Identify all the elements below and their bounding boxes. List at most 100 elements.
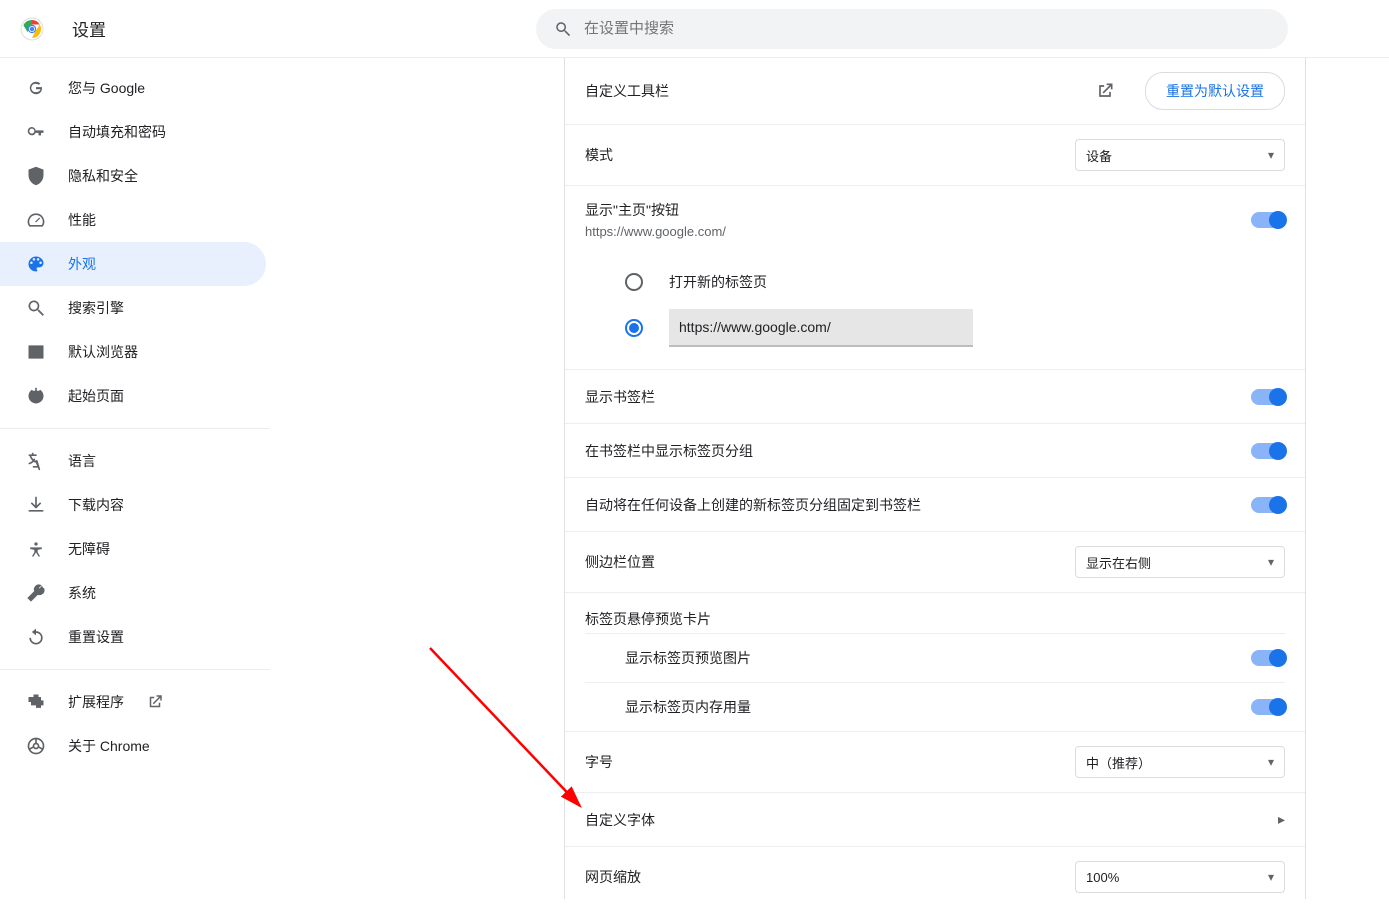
row-custom-fonts[interactable]: 自定义字体 ▸ [565,793,1305,847]
search-input[interactable] [584,20,1270,37]
sidebar-item-downloads[interactable]: 下载内容 [0,483,266,527]
show-tab-groups-toggle[interactable] [1251,443,1285,459]
row-pin-tab-groups: 自动将在任何设备上创建的新标签页分组固定到书签栏 [565,478,1305,532]
sidebar-item-on-startup[interactable]: 起始页面 [0,374,266,418]
download-icon [26,495,46,515]
home-button-radio-group: 打开新的标签页 [565,253,1305,370]
sidebar-item-appearance[interactable]: 外观 [0,242,266,286]
row-show-bookmarks: 显示书签栏 [565,370,1305,424]
row-label: 显示标签页预览图片 [625,648,751,668]
hover-card-title: 标签页悬停预览卡片 [585,593,1285,633]
sidebar-item-label: 自动填充和密码 [68,122,166,142]
sidebar-item-label: 性能 [68,210,96,230]
row-home-button: 显示"主页"按钮 https://www.google.com/ [565,186,1305,253]
reset-default-button[interactable]: 重置为默认设置 [1145,72,1285,110]
page-title: 设置 [72,16,106,41]
search-icon [554,20,572,38]
show-bookmarks-toggle[interactable] [1251,389,1285,405]
topbar: 设置 [0,0,1389,58]
radio-custom-url[interactable] [625,319,643,337]
radio-row-url[interactable] [625,305,1285,351]
sidebar-item-reset[interactable]: 重置设置 [0,615,266,659]
radio-newtab[interactable] [625,273,643,291]
sidebar-item-label: 语言 [68,451,96,471]
open-in-new-button[interactable] [1089,75,1121,107]
sidebar-separator [0,428,270,429]
chevron-down-icon: ▾ [1268,555,1274,569]
row-label: 显示"主页"按钮 [585,200,726,220]
sidebar-item-extensions[interactable]: 扩展程序 [0,680,266,724]
row-label: 自动将在任何设备上创建的新标签页分组固定到书签栏 [585,495,921,515]
sidebar-item-system[interactable]: 系统 [0,571,266,615]
row-label: 侧边栏位置 [585,552,655,572]
sidebar-item-label: 起始页面 [68,386,124,406]
sidebar-item-search-engine[interactable]: 搜索引擎 [0,286,266,330]
row-page-zoom: 网页缩放 100% ▾ [565,847,1305,907]
sidebar-separator [0,669,270,670]
hover-preview-toggle[interactable] [1251,650,1285,666]
hover-memory-toggle[interactable] [1251,699,1285,715]
select-value: 中（推荐） [1086,753,1151,772]
page-zoom-select[interactable]: 100% ▾ [1075,861,1285,893]
sidebar-item-label: 默认浏览器 [68,342,138,362]
radio-label: 打开新的标签页 [669,272,767,292]
sidebar-item-languages[interactable]: 语言 [0,439,266,483]
extensions-icon [26,692,46,712]
open-in-new-icon [1095,81,1115,101]
sidebar-item-label: 您与 Google [68,78,145,98]
key-icon [26,122,46,142]
chevron-right-icon: ▸ [1278,811,1285,828]
chrome-logo-icon [20,17,44,41]
sidebar-item-privacy[interactable]: 隐私和安全 [0,154,266,198]
home-button-toggle[interactable] [1251,212,1285,228]
row-label: 显示标签页内存用量 [625,697,751,717]
row-label: 显示书签栏 [585,387,655,407]
sidebar-item-autofill[interactable]: 自动填充和密码 [0,110,266,154]
palette-icon [26,254,46,274]
sidebar-item-label: 关于 Chrome [68,736,150,756]
sidebar-item-performance[interactable]: 性能 [0,198,266,242]
pin-tab-groups-toggle[interactable] [1251,497,1285,513]
select-value: 100% [1086,870,1119,885]
main-content: 自定义工具栏 重置为默认设置 模式 设备 ▾ 显示"主页"按钮 https://… [564,58,1306,899]
sidebar-item-you-and-google[interactable]: 您与 Google [0,66,266,110]
select-value: 设备 [1086,146,1112,165]
sidebar-item-label: 无障碍 [68,539,110,559]
chevron-down-icon: ▾ [1268,148,1274,162]
select-value: 显示在右侧 [1086,553,1151,572]
chevron-down-icon: ▾ [1268,755,1274,769]
side-panel-select[interactable]: 显示在右侧 ▾ [1075,546,1285,578]
wrench-icon [26,583,46,603]
browser-icon [26,342,46,362]
sidebar-item-label: 下载内容 [68,495,124,515]
sidebar: 您与 Google 自动填充和密码 隐私和安全 性能 外观 搜索引擎 默认浏览器… [0,58,270,899]
row-hover-memory: 显示标签页内存用量 [585,682,1285,731]
row-side-panel: 侧边栏位置 显示在右侧 ▾ [565,532,1305,593]
sidebar-item-label: 外观 [68,254,96,274]
sidebar-item-default-browser[interactable]: 默认浏览器 [0,330,266,374]
sidebar-item-about[interactable]: 关于 Chrome [0,724,266,768]
row-label: 字号 [585,752,613,772]
accessibility-icon [26,539,46,559]
row-label: 模式 [585,145,613,165]
sidebar-item-accessibility[interactable]: 无障碍 [0,527,266,571]
home-url-input[interactable] [669,309,973,347]
google-g-icon [26,78,46,98]
font-size-select[interactable]: 中（推荐） ▾ [1075,746,1285,778]
translate-icon [26,451,46,471]
search-bar[interactable] [536,9,1288,49]
search-icon [26,298,46,318]
sidebar-item-label: 隐私和安全 [68,166,138,186]
speedometer-icon [26,210,46,230]
mode-select[interactable]: 设备 ▾ [1075,139,1285,171]
radio-row-newtab[interactable]: 打开新的标签页 [625,259,1285,305]
row-customize-toolbar: 自定义工具栏 重置为默认设置 [565,58,1305,125]
row-label: 网页缩放 [585,867,641,887]
chevron-down-icon: ▾ [1268,870,1274,884]
reset-icon [26,627,46,647]
open-in-new-icon [146,693,164,711]
hover-card-block: 标签页悬停预览卡片 显示标签页预览图片 显示标签页内存用量 [565,593,1305,732]
row-mode: 模式 设备 ▾ [565,125,1305,186]
shield-icon [26,166,46,186]
row-show-tab-groups: 在书签栏中显示标签页分组 [565,424,1305,478]
